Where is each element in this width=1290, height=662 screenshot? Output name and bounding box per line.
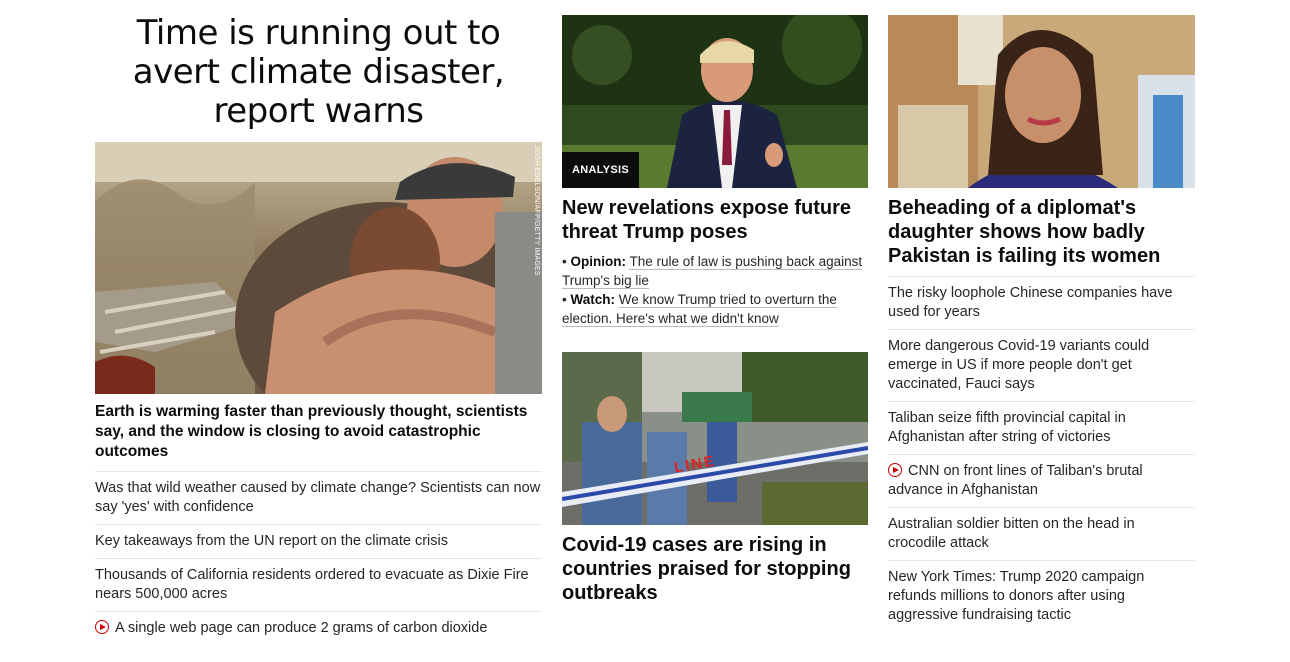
climate-column: Time is running out to avert climate dis… (95, 0, 542, 645)
diplomat-daughter-image[interactable] (888, 15, 1195, 188)
video-play-icon (95, 620, 109, 634)
opinion-label: Opinion: (570, 254, 626, 269)
trump-headline[interactable]: New revelations expose future threat Tru… (562, 188, 868, 252)
list-item[interactable]: A single web page can produce 2 grams of… (95, 611, 542, 645)
politics-column: ANALYSIS New revelations expose future t… (562, 0, 868, 613)
list-item-text: Was that wild weather caused by climate … (95, 480, 541, 515)
climate-headline-list: Was that wild weather caused by climate … (95, 471, 542, 645)
opinion-link[interactable]: • Opinion: The rule of law is pushing ba… (562, 252, 868, 290)
list-item-text: Taliban seize fifth provincial capital i… (888, 410, 1126, 445)
covid-headline[interactable]: Covid-19 cases are rising in countries p… (562, 525, 868, 613)
watch-label: Watch: (570, 292, 615, 307)
list-item-text: Key takeaways from the UN report on the … (95, 533, 448, 549)
list-item-text: CNN on front lines of Taliban's brutal a… (888, 463, 1143, 498)
list-item[interactable]: The risky loophole Chinese companies hav… (888, 276, 1195, 329)
list-item[interactable]: CNN on front lines of Taliban's brutal a… (888, 454, 1195, 507)
related-links: • Opinion: The rule of law is pushing ba… (562, 252, 868, 328)
list-item[interactable]: Key takeaways from the UN report on the … (95, 524, 542, 558)
diplomat-headline[interactable]: Beheading of a diplomat's daughter shows… (888, 188, 1195, 276)
watch-link[interactable]: • Watch: We know Trump tried to overturn… (562, 290, 868, 328)
list-item-text: A single web page can produce 2 grams of… (115, 620, 488, 636)
list-item-text: The risky loophole Chinese companies hav… (888, 285, 1173, 320)
list-item-text: More dangerous Covid-19 variants could e… (888, 338, 1150, 392)
list-item[interactable]: Australian soldier bitten on the head in… (888, 507, 1195, 560)
list-item[interactable]: New York Times: Trump 2020 campaign refu… (888, 560, 1195, 632)
image-credit: JOSH EDELSON/AFP/GETTY IMAGES (533, 146, 540, 276)
list-item-text: Thousands of California residents ordere… (95, 567, 529, 602)
list-item[interactable]: Was that wild weather caused by climate … (95, 471, 542, 524)
trump-image[interactable]: ANALYSIS (562, 15, 868, 188)
wildfire-hug-image[interactable]: JOSH EDELSON/AFP/GETTY IMAGES (95, 142, 542, 394)
world-column: Beheading of a diplomat's daughter shows… (888, 0, 1195, 632)
list-item[interactable]: More dangerous Covid-19 variants could e… (888, 329, 1195, 401)
analysis-badge: ANALYSIS (562, 152, 640, 188)
list-item[interactable]: Taliban seize fifth provincial capital i… (888, 401, 1195, 454)
list-item-text: New York Times: Trump 2020 campaign refu… (888, 569, 1145, 623)
list-item[interactable]: Thousands of California residents ordere… (95, 558, 542, 611)
lead-story-headline[interactable]: Earth is warming faster than previously … (95, 394, 542, 471)
hero-headline[interactable]: Time is running out to avert climate dis… (95, 0, 542, 142)
video-play-icon (888, 463, 902, 477)
covid-police-image[interactable]: LINE (562, 352, 868, 525)
list-item-text: Australian soldier bitten on the head in… (888, 516, 1135, 551)
world-headline-list: The risky loophole Chinese companies hav… (888, 276, 1195, 632)
